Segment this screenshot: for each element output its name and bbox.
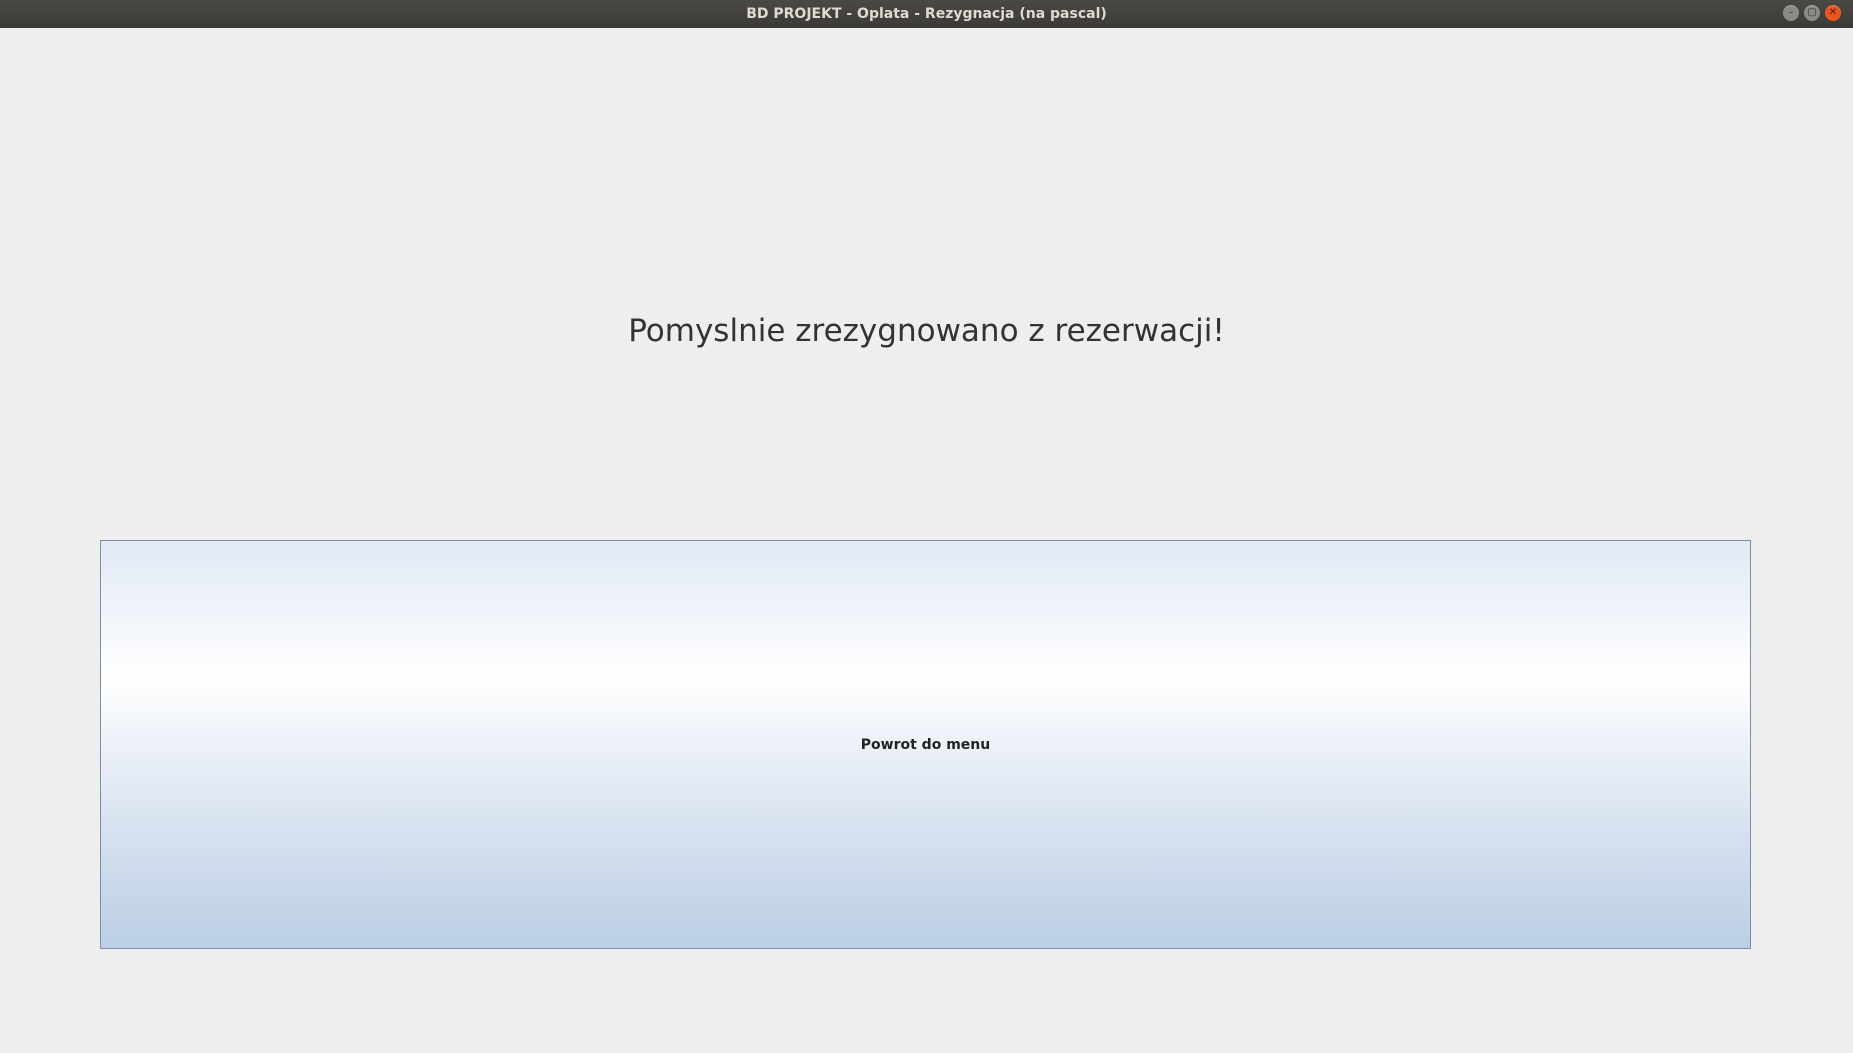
success-message: Pomyslnie zrezygnowano z rezerwacji! xyxy=(628,313,1225,349)
window-controls: – ▢ ✕ xyxy=(1783,5,1841,21)
content-panel: Pomyslnie zrezygnowano z rezerwacji! Pow… xyxy=(0,28,1853,1053)
window-title: BD PROJEKT - Oplata - Rezygnacja (na pas… xyxy=(746,6,1107,22)
window-titlebar[interactable]: BD PROJEKT - Oplata - Rezygnacja (na pas… xyxy=(0,0,1853,28)
minimize-icon[interactable]: – xyxy=(1783,5,1799,21)
back-to-menu-button[interactable]: Powrot do menu xyxy=(100,540,1751,949)
application-window: BD PROJEKT - Oplata - Rezygnacja (na pas… xyxy=(0,0,1853,1053)
back-to-menu-label: Powrot do menu xyxy=(860,736,991,753)
maximize-icon[interactable]: ▢ xyxy=(1804,5,1820,21)
close-icon[interactable]: ✕ xyxy=(1825,5,1841,21)
